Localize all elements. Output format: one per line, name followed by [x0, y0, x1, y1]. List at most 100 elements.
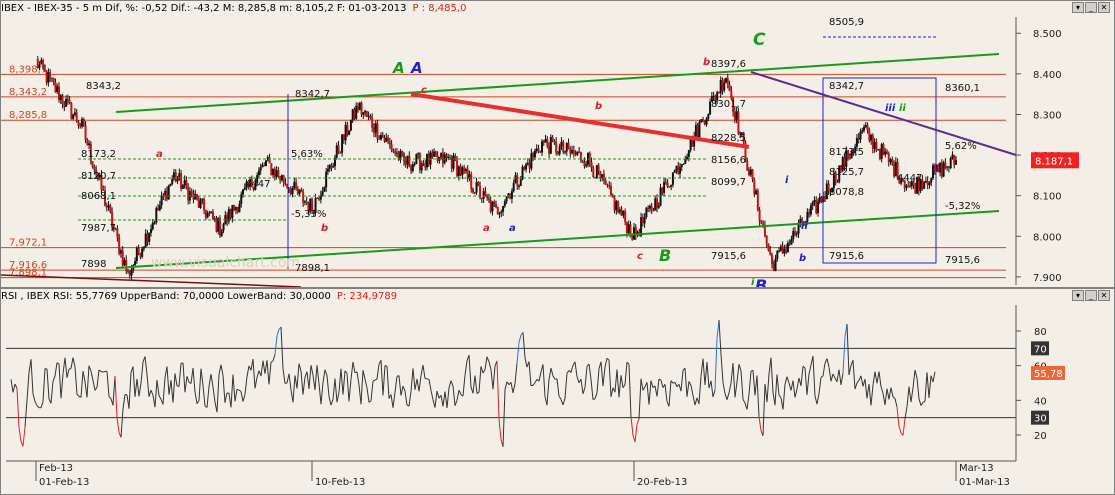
price-chart[interactable]: 8,398,78,343,28,285,87,972,17,916,67,898… [1, 15, 1114, 287]
wave-label: iii [885, 103, 896, 114]
candle-body [229, 209, 232, 219]
candle-body [464, 169, 467, 172]
candle-body [617, 201, 620, 213]
candle-body [491, 201, 494, 212]
candle-body [863, 127, 865, 131]
candle-body [944, 162, 947, 168]
candle-body [54, 82, 57, 93]
candle-body [650, 205, 653, 211]
candle-body [868, 130, 871, 141]
candle-body [679, 167, 681, 174]
candle-body [769, 250, 772, 255]
rsi-minimize-button[interactable]: _ [1085, 290, 1097, 301]
candle-body [277, 170, 280, 177]
rsi-chart[interactable]: 80604020703055,78Feb-1301-Feb-1310-Feb-1… [1, 303, 1114, 494]
candle-body [671, 172, 674, 185]
rsi-window-buttons: ▾ _ ✕ [1072, 290, 1110, 301]
candle-body [342, 134, 345, 141]
candle-body [50, 77, 53, 79]
candle-body [222, 224, 225, 231]
x-tick-label: 10-Feb-13 [315, 477, 365, 488]
value-label: 8125,7 [829, 167, 864, 178]
candle-body [670, 184, 673, 187]
candle-body [328, 165, 331, 169]
rsi-close-button[interactable]: ✕ [1098, 290, 1110, 301]
candle-body [556, 152, 559, 155]
candle-body [601, 174, 604, 179]
candle-body [549, 137, 552, 154]
candle-body [259, 167, 262, 171]
candle-body [268, 157, 271, 164]
candle-body [63, 104, 66, 107]
candle-body [454, 155, 457, 161]
candle-body [555, 141, 558, 153]
candle-body [608, 185, 611, 187]
candle-body [296, 188, 299, 194]
candle-body [696, 124, 699, 138]
candle-body [374, 123, 377, 133]
candle-body [234, 206, 237, 210]
value-label: 7898,1 [295, 263, 330, 274]
candle-body [82, 118, 85, 126]
candle-body [590, 162, 593, 169]
candle-body [875, 141, 878, 151]
candle-body [544, 139, 547, 143]
value-label: 8173,2 [81, 149, 116, 160]
value-label: 8068,1 [81, 191, 116, 202]
dropdown-button[interactable]: ▾ [1072, 2, 1084, 13]
candle-body [91, 161, 94, 168]
candle-body [470, 174, 473, 189]
candle-body [282, 175, 285, 184]
candle-body [40, 60, 43, 65]
candle-body [546, 139, 549, 147]
candle-body [404, 161, 407, 165]
candle-body [321, 191, 324, 196]
candle-body [381, 134, 384, 138]
candle-body [105, 205, 108, 208]
candle-body [719, 80, 722, 94]
candle-body [456, 160, 459, 176]
candle-body [703, 120, 706, 125]
candle-body [797, 223, 800, 234]
candle-body [779, 246, 782, 251]
candle-body [79, 125, 82, 127]
candle-body [337, 145, 340, 153]
candle-body [705, 118, 708, 125]
candle-body [59, 95, 62, 100]
wave-label: b [799, 253, 806, 264]
candle-body [93, 167, 96, 170]
candle-body [820, 197, 823, 202]
rsi-dropdown-button[interactable]: ▾ [1072, 290, 1084, 301]
candle-body [625, 222, 628, 233]
candle-body [164, 190, 167, 197]
close-button[interactable]: ✕ [1098, 2, 1110, 13]
candle-body [786, 242, 789, 253]
candle-body [493, 201, 496, 204]
rsi-upper-badge-label: 70 [1034, 344, 1047, 355]
candle-body [201, 198, 204, 201]
candle-body [633, 227, 635, 240]
candle-body [371, 118, 374, 128]
minimize-button[interactable]: _ [1085, 2, 1097, 13]
candle-body [326, 168, 329, 172]
candle-body [818, 197, 821, 203]
candle-body [523, 166, 526, 170]
x-tick-month: Mar-13 [959, 463, 994, 474]
candle-body [75, 112, 78, 122]
candle-body [728, 84, 731, 91]
candle-body [165, 190, 168, 200]
candle-body [811, 202, 814, 206]
candle-body [125, 259, 128, 271]
candle-body [187, 187, 190, 201]
candle-body [349, 120, 352, 131]
candle-body [657, 205, 660, 208]
price-y-tick-label: 8.000 [1033, 232, 1062, 243]
candle-body [661, 187, 664, 193]
candle-body [643, 217, 646, 224]
candle-body [215, 218, 218, 232]
x-tick-label: 20-Feb-13 [637, 477, 687, 488]
candle-body [615, 201, 618, 211]
price-panel: IBEX - IBEX-35 - 5 m Dif, %: -0,52 Dif.:… [0, 0, 1115, 288]
value-label: 8228,5 [711, 133, 746, 144]
candle-body [158, 205, 161, 211]
